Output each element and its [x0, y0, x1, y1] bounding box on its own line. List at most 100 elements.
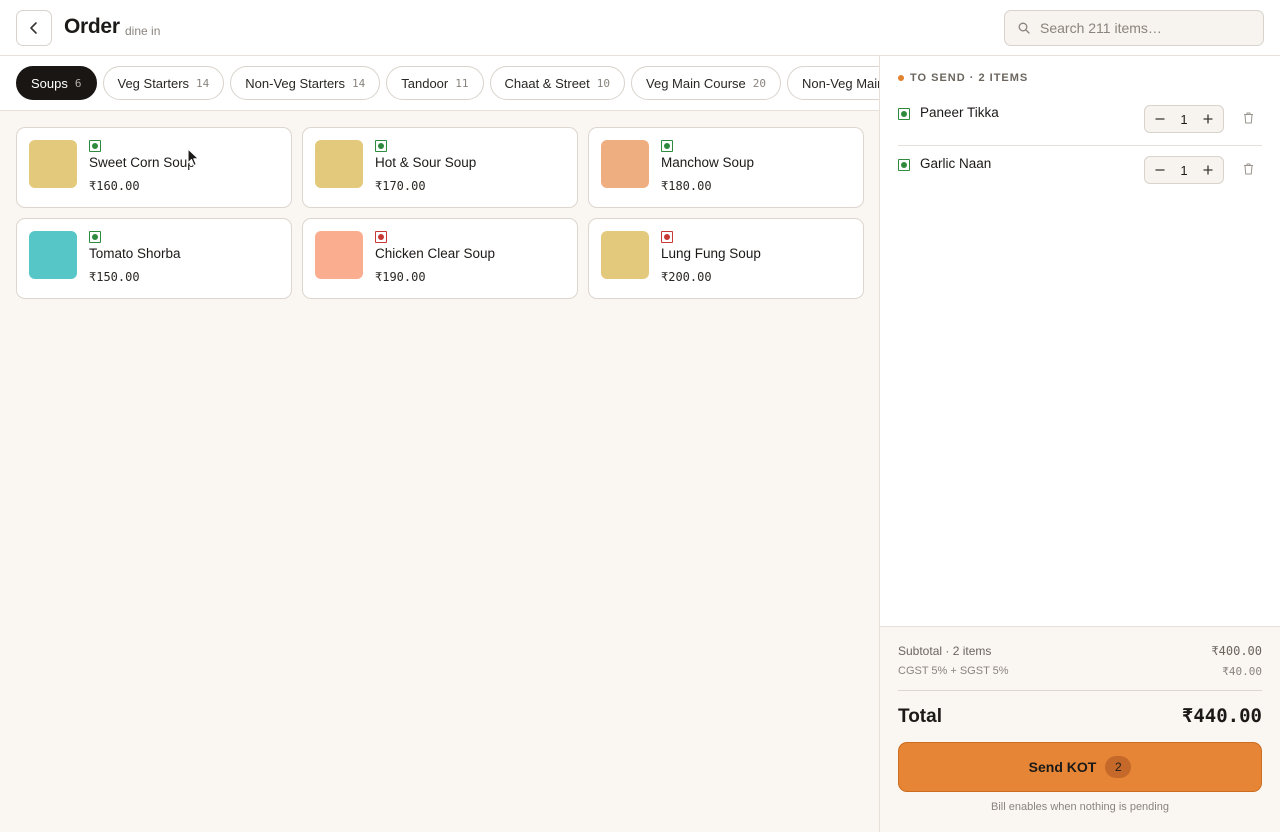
quantity-stepper: 1 [1144, 156, 1224, 184]
chip-count: 10 [596, 76, 611, 90]
menu-item-card[interactable]: Manchow Soup ₹180.00 [588, 127, 864, 208]
chip-count: 14 [196, 76, 210, 90]
total-row: Total ₹440.00 [898, 705, 1262, 728]
category-chip-non-veg-starters[interactable]: Non-Veg Starters 14 [230, 66, 381, 100]
item-name: Chicken Clear Soup [375, 246, 496, 261]
top-bar: Order dine in [0, 0, 1280, 56]
bill-hint: Bill enables when nothing is pending [991, 801, 1169, 813]
veg-icon [661, 140, 673, 152]
item-thumbnail [29, 231, 77, 279]
increase-button[interactable] [1197, 159, 1219, 181]
chip-label: Veg Main Course [646, 75, 746, 91]
increase-button[interactable] [1197, 108, 1219, 130]
subtotal-label: Subtotal · 2 items [898, 644, 992, 658]
page-title: Order [64, 15, 120, 38]
item-thumbnail [29, 140, 77, 188]
item-name: Manchow Soup [661, 155, 755, 170]
item-name: Hot & Sour Soup [375, 155, 477, 170]
quantity-value: 1 [1180, 162, 1188, 178]
tax-label: CGST 5% + SGST 5% [898, 665, 1009, 677]
send-kot-button[interactable]: Send KOT 2 [898, 742, 1262, 792]
trash-icon [1243, 163, 1253, 175]
to-send-label: TO SEND · 2 ITEMS [910, 72, 1029, 84]
item-thumbnail [315, 231, 363, 279]
to-send-header: TO SEND · 2 ITEMS [898, 72, 1028, 84]
subtotal-row: Subtotal · 2 items ₹400.00 [898, 644, 1262, 658]
veg-icon [898, 108, 910, 120]
category-chip-soups[interactable]: Soups 6 [16, 66, 97, 100]
chip-label: Veg Starters [117, 75, 190, 91]
menu-grid: Sweet Corn Soup ₹160.00 Hot & Sour Soup … [16, 127, 864, 299]
item-thumbnail [601, 140, 649, 188]
minus-icon [1155, 118, 1165, 120]
order-summary: Subtotal · 2 items ₹400.00 CGST 5% + SGS… [880, 626, 1280, 832]
trash-icon [1243, 112, 1253, 124]
chip-label: Non-Veg Starters [245, 75, 346, 91]
search-input[interactable] [1040, 20, 1240, 36]
order-panel: TO SEND · 2 ITEMS Paneer Tikka 1 Garlic … [879, 56, 1280, 832]
item-price: ₹170.00 [375, 179, 426, 193]
category-chip-chaat-street[interactable]: Chaat & Street 10 [489, 66, 626, 100]
chip-label: Chaat & Street [504, 75, 590, 91]
remove-item-button[interactable] [1240, 110, 1256, 126]
total-label: Total [898, 706, 942, 727]
category-bar: Soups 6 Veg Starters 14 Non-Veg Starters 14… [0, 56, 879, 111]
subtotal-value: ₹400.00 [1211, 644, 1262, 658]
total-value: ₹440.00 [1181, 705, 1262, 727]
veg-icon [898, 159, 910, 171]
decrease-button[interactable] [1149, 159, 1171, 181]
category-chip-veg-main-course[interactable]: Veg Main Course 20 [631, 66, 782, 100]
pending-count-badge: 2 [1105, 756, 1132, 778]
plus-icon [1203, 165, 1213, 175]
chip-count: 11 [455, 76, 469, 90]
item-price: ₹190.00 [375, 270, 426, 284]
order-item-name: Paneer Tikka [920, 105, 999, 120]
menu-item-card[interactable]: Sweet Corn Soup ₹160.00 [16, 127, 292, 208]
pending-status-dot [898, 75, 904, 81]
category-chip-tandoor[interactable]: Tandoor 11 [386, 66, 484, 100]
veg-icon [375, 140, 387, 152]
veg-icon [89, 140, 101, 152]
quantity-stepper: 1 [1144, 105, 1224, 133]
chip-count: 14 [352, 76, 366, 90]
chip-count: 6 [74, 76, 82, 90]
menu-item-card[interactable]: Lung Fung Soup ₹200.00 [588, 218, 864, 299]
chip-label: Non-Veg Main Course [802, 75, 879, 91]
item-price: ₹200.00 [661, 270, 712, 284]
tax-row: CGST 5% + SGST 5% ₹40.00 [898, 665, 1262, 678]
item-thumbnail [315, 140, 363, 188]
veg-icon [89, 231, 101, 243]
page-subtitle: dine in [125, 24, 161, 38]
non-veg-icon [375, 231, 387, 243]
category-chip-veg-starters[interactable]: Veg Starters 14 [102, 66, 225, 100]
back-button[interactable] [16, 10, 52, 46]
category-chip-non-veg-main-course[interactable]: Non-Veg Main Course [787, 66, 879, 100]
order-line-item: Garlic Naan 1 [898, 146, 1262, 197]
item-name: Tomato Shorba [89, 246, 181, 261]
item-price: ₹180.00 [661, 179, 712, 193]
tax-value: ₹40.00 [1222, 665, 1262, 678]
decrease-button[interactable] [1149, 108, 1171, 130]
send-kot-label: Send KOT [1028, 759, 1097, 775]
menu-item-card[interactable]: Tomato Shorba ₹150.00 [16, 218, 292, 299]
item-thumbnail [601, 231, 649, 279]
plus-icon [1203, 114, 1213, 124]
remove-item-button[interactable] [1240, 161, 1256, 177]
minus-icon [1155, 169, 1165, 171]
menu-item-card[interactable]: Chicken Clear Soup ₹190.00 [302, 218, 578, 299]
quantity-value: 1 [1180, 111, 1188, 127]
search-box[interactable] [1004, 10, 1264, 46]
menu-item-card[interactable]: Hot & Sour Soup ₹170.00 [302, 127, 578, 208]
chip-count: 20 [752, 76, 767, 90]
chevron-left-icon [30, 22, 37, 34]
search-icon [1018, 22, 1030, 34]
item-name: Lung Fung Soup [661, 246, 761, 261]
chip-label: Tandoor [401, 75, 449, 91]
item-price: ₹160.00 [89, 179, 140, 193]
summary-divider [898, 690, 1262, 691]
order-line-item: Paneer Tikka 1 [898, 95, 1262, 146]
chip-label: Soups [31, 75, 68, 91]
item-price: ₹150.00 [89, 270, 140, 284]
item-name: Sweet Corn Soup [89, 155, 195, 170]
order-item-name: Garlic Naan [920, 156, 992, 171]
